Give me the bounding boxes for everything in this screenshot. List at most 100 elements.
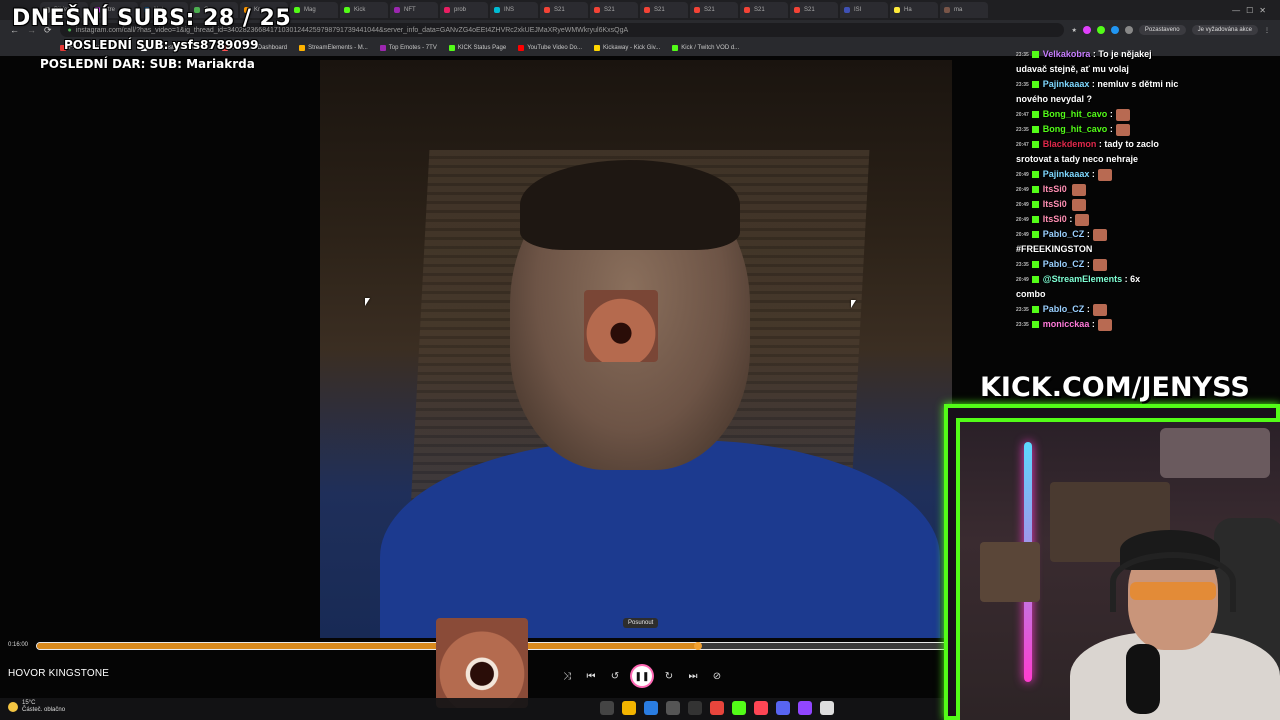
chat-username[interactable]: Pablo_CZ xyxy=(1043,304,1085,314)
chrome-icon[interactable] xyxy=(710,701,724,715)
chat-timestamp: 23:35 xyxy=(1016,51,1029,58)
chat-username[interactable]: Bong_hit_cavo xyxy=(1043,124,1108,134)
kick-badge-icon xyxy=(1031,171,1039,179)
kick-badge-icon xyxy=(1031,126,1039,134)
chat-text: : xyxy=(1066,214,1073,224)
obs-icon[interactable] xyxy=(820,701,834,715)
chat-message: 20:49 ItsSi0 : xyxy=(1016,213,1090,226)
profile-button[interactable]: Pozastaveno xyxy=(1138,25,1186,35)
chat-text xyxy=(1067,199,1070,209)
extension-icon[interactable] xyxy=(1096,26,1105,34)
chat-username[interactable]: ItsSi0 xyxy=(1043,199,1067,209)
mouse-cursor-icon xyxy=(851,300,859,308)
bookmark-item[interactable]: Kick / Twitch VOD d... xyxy=(672,45,739,51)
kick-icon[interactable] xyxy=(732,701,746,715)
chat-username[interactable]: Bong_hit_cavo xyxy=(1043,109,1108,119)
browser-tab[interactable]: NFT xyxy=(390,2,438,18)
bookmark-label: Kickaway - Kick Giv... xyxy=(603,45,661,51)
folder-icon[interactable] xyxy=(622,701,636,715)
chat-message: 23:35 Velkakobra : To je nějakej xyxy=(1016,48,1152,61)
chat-username[interactable]: Velkakobra xyxy=(1043,49,1091,59)
chat-text: : xyxy=(1084,304,1090,314)
chat-username[interactable]: ItsSi0 xyxy=(1043,214,1067,224)
chat-text: : xyxy=(1107,109,1113,119)
chat-username[interactable]: Pajinkaaax xyxy=(1043,169,1090,179)
minimize-icon[interactable]: — xyxy=(1232,6,1240,15)
forward-icon[interactable]: ↻ xyxy=(662,669,676,683)
chat-timestamp: 20:49 xyxy=(1016,186,1029,193)
chat-username[interactable]: ItsSi0 xyxy=(1043,184,1067,194)
browser-tab[interactable]: ma xyxy=(940,2,988,18)
glasses xyxy=(1130,582,1216,600)
browser-tab[interactable]: Ha xyxy=(890,2,938,18)
browser-tab[interactable]: ISI xyxy=(840,2,888,18)
edge-icon[interactable] xyxy=(644,701,658,715)
browser-tab[interactable]: S21 xyxy=(690,2,738,18)
player-controls: ⤨ ⏮ ↺ ❚❚ ↻ ⏭ ⊘ xyxy=(560,666,724,686)
chat-timestamp: 20:49 xyxy=(1016,216,1029,223)
mute-icon[interactable]: ⊘ xyxy=(710,669,724,683)
browser-tab[interactable]: S21 xyxy=(540,2,588,18)
chat-message: 23:35 monicckaa : xyxy=(1016,318,1112,331)
menu-icon[interactable]: ⋮ xyxy=(1264,27,1270,34)
maximize-icon[interactable]: ☐ xyxy=(1246,6,1253,15)
store-icon[interactable] xyxy=(666,701,680,715)
shuffle-icon[interactable]: ⤨ xyxy=(560,669,574,683)
bookmark-item[interactable]: Top Emotes - 7TV xyxy=(379,45,437,51)
star-icon[interactable]: ★ xyxy=(1072,27,1077,34)
bookmark-item[interactable]: KICK Status Page xyxy=(448,45,506,51)
chat-message: combo xyxy=(1016,289,1046,299)
mouse-cursor-icon xyxy=(365,298,373,306)
bookmark-item[interactable]: YouTube Video Do... xyxy=(518,45,582,51)
extension-icon[interactable] xyxy=(1082,26,1091,34)
chat-timestamp: 23:35 xyxy=(1016,81,1029,88)
browser-tab[interactable]: Kick xyxy=(340,2,388,18)
pause-button[interactable]: ❚❚ xyxy=(632,666,652,686)
subs-counter: DNEŠNÍ SUBS: 28 / 25 xyxy=(12,6,292,31)
terminal-icon[interactable] xyxy=(688,701,702,715)
weather-widget[interactable]: 15°C Částeč. oblačno xyxy=(8,700,65,714)
laughing-emote-icon xyxy=(1115,123,1130,136)
bookmark-item[interactable]: Kickaway - Kick Giv... xyxy=(594,45,660,51)
chat-username[interactable]: Blackdemon xyxy=(1043,139,1097,149)
bookmark-favicon-icon xyxy=(448,45,455,51)
chat-username[interactable]: Pablo_CZ xyxy=(1043,259,1085,269)
browser-tab[interactable]: prob xyxy=(440,2,488,18)
chat-username[interactable]: Pablo_CZ xyxy=(1043,229,1085,239)
browser-tab[interactable]: INS xyxy=(490,2,538,18)
browser-tab[interactable]: S21 xyxy=(590,2,638,18)
chat-message: 20:49 ItsSi0 xyxy=(1016,183,1087,196)
browser-tab[interactable]: S21 xyxy=(740,2,788,18)
browser-tab[interactable]: S21 xyxy=(790,2,838,18)
chat-message: 23:35 Bong_hit_cavo : xyxy=(1016,123,1130,136)
bookmark-favicon-icon xyxy=(379,45,386,51)
chat-username[interactable]: monicckaa xyxy=(1043,319,1090,329)
chat-message: srotovat a tady neco nehraje xyxy=(1016,154,1139,164)
rewind-icon[interactable]: ↺ xyxy=(608,669,622,683)
browser-tab[interactable]: Mag xyxy=(290,2,338,18)
task-view-icon[interactable] xyxy=(600,701,614,715)
extension-icon[interactable] xyxy=(1110,26,1119,34)
puzzle-icon[interactable] xyxy=(1124,26,1133,34)
discord-icon[interactable] xyxy=(776,701,790,715)
browser-tab[interactable]: S21 xyxy=(640,2,688,18)
kick-badge-icon xyxy=(1031,231,1039,239)
chat-message: 23:35 Pablo_CZ : xyxy=(1016,303,1107,316)
next-icon[interactable]: ⏭ xyxy=(686,669,700,683)
app-icon[interactable] xyxy=(798,701,812,715)
chat-message: 23:35 Pablo_CZ : xyxy=(1016,258,1107,271)
chat-message: 20:49 ItsSi0 xyxy=(1016,198,1087,211)
seek-handle[interactable] xyxy=(693,642,702,650)
close-icon[interactable]: ✕ xyxy=(1259,6,1266,15)
kick-badge-icon xyxy=(1031,216,1039,224)
previous-icon[interactable]: ⏮ xyxy=(584,669,598,683)
chat-username[interactable]: Pajinkaaax xyxy=(1043,79,1090,89)
app-icon[interactable] xyxy=(754,701,768,715)
chat-text: : tady to zaclo xyxy=(1096,139,1159,149)
chat-username[interactable]: @StreamElements xyxy=(1043,274,1122,284)
chat-text xyxy=(1067,184,1070,194)
weather-text: Částeč. oblačno xyxy=(22,707,66,713)
action-required-button[interactable]: Je vyžadována akce xyxy=(1191,25,1258,35)
chat-timestamp: 23:35 xyxy=(1016,321,1029,328)
bookmark-item[interactable]: StreamElements - M... xyxy=(299,45,368,51)
